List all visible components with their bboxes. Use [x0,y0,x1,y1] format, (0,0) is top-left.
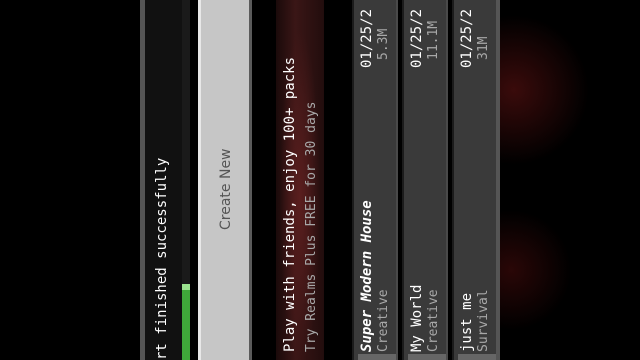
realms-banner[interactable]: Play with friends, enjoy 100+ packs Try … [276,0,324,360]
world-list-item[interactable]: just me Survival 01/25/2 31M [452,0,498,360]
world-thumbnail [408,354,446,360]
world-name: Super Modern House [359,200,375,352]
create-new-button[interactable]: Create New [198,0,252,360]
world-name: just me [459,292,475,352]
world-list-item[interactable]: Super Modern House Creative 01/25/2 5.3M [352,0,398,360]
realms-banner-title: Play with friends, enjoy 100+ packs [282,56,298,352]
world-mode: Survival [476,289,491,352]
world-mode: Creative [376,289,391,352]
world-name: My World [409,284,425,352]
toast-progress-cap [182,284,190,290]
world-size: 11.1M [426,20,441,60]
world-date: 01/25/2 [359,8,375,68]
world-thumbnail [358,354,396,360]
world-thumbnail [458,354,496,360]
world-size: 5.3M [376,28,391,60]
world-date: 01/25/2 [459,8,475,68]
realms-banner-subtitle: Try Realms Plus FREE for 30 days [304,101,319,352]
toast-notification: rt finished successfully [140,0,186,360]
toast-progress-fill [182,288,190,360]
world-mode: Creative [426,289,441,352]
world-size: 31M [476,36,491,60]
background-panorama [500,0,640,360]
toast-edge [140,0,145,360]
world-date: 01/25/2 [409,8,425,68]
toast-message: rt finished successfully [154,157,170,360]
create-new-label: Create New [218,148,234,230]
world-list-item[interactable]: My World Creative 01/25/2 11.1M [402,0,448,360]
